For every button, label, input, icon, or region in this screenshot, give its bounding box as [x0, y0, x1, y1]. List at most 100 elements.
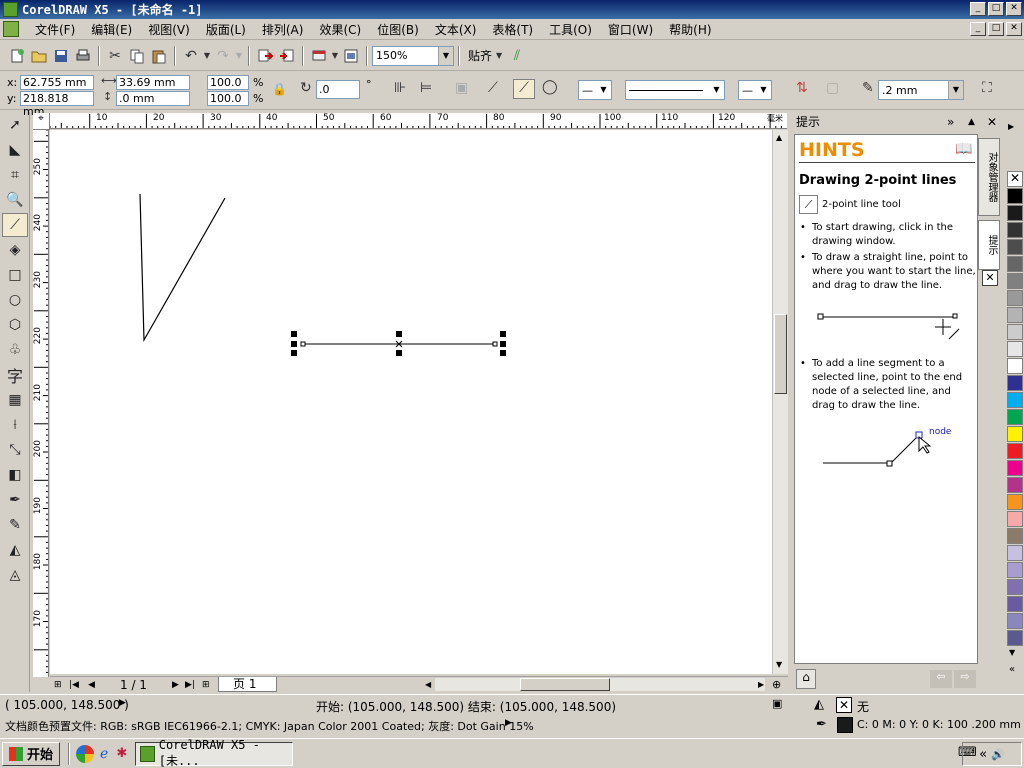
color-swatch[interactable] — [1007, 477, 1023, 493]
menu-arrange[interactable]: 排列(A) — [254, 21, 312, 38]
status-expand-icon[interactable]: ▶ — [119, 698, 126, 708]
horizontal-ruler[interactable]: 10 20 30 40 50 60 70 80 90 100 110 120 毫… — [50, 113, 787, 129]
color-swatch[interactable] — [1007, 494, 1023, 510]
color-swatch[interactable] — [1007, 188, 1023, 204]
line-style-selector[interactable]: ▼ — [625, 80, 725, 100]
mirror-vertical-icon[interactable]: ⊨ — [420, 80, 432, 96]
wrap-text-icon[interactable]: ▣ — [455, 80, 468, 96]
width-field[interactable]: 33.69 mm — [116, 75, 190, 90]
scroll-down-icon[interactable]: ▼ — [776, 660, 782, 669]
scroll-left-icon[interactable]: ◀ — [425, 680, 431, 689]
dimension-tool-icon[interactable]: ⟊ — [2, 413, 28, 437]
print-icon[interactable] — [72, 45, 94, 67]
color-swatch[interactable] — [1007, 579, 1023, 595]
color-swatch[interactable] — [1007, 562, 1023, 578]
palette-scroll-down-icon[interactable]: ▼ — [1009, 648, 1015, 657]
text-tool-icon[interactable]: 字 — [2, 363, 28, 387]
hints-forward-icon[interactable]: ⇨ — [954, 670, 976, 688]
height-field[interactable]: .0 mm — [116, 91, 190, 106]
color-swatch[interactable] — [1007, 426, 1023, 442]
menu-bitmaps[interactable]: 位图(B) — [369, 21, 427, 38]
welcome-screen-icon[interactable] — [340, 45, 362, 67]
vertical-scroll-thumb[interactable] — [774, 314, 787, 394]
prev-page-icon[interactable]: ◀ — [88, 680, 95, 690]
table-tool-icon[interactable]: ▦ — [2, 388, 28, 412]
line-to-line-icon[interactable]: ⟋ — [488, 80, 498, 96]
open-folder-icon[interactable] — [28, 45, 50, 67]
profile-expand-icon[interactable]: ▶ — [505, 718, 512, 728]
zoom-level-combo[interactable]: 150% ▼ — [372, 45, 454, 66]
minimize-button[interactable]: _ — [970, 2, 986, 16]
ie-browser-icon[interactable]: ℯ — [100, 746, 108, 762]
reverse-direction-icon[interactable]: ⇅ — [796, 80, 808, 96]
network-icon[interactable]: 🔊 — [991, 748, 1005, 761]
redo-dropdown-icon[interactable]: ▼ — [234, 45, 244, 67]
add-page-icon[interactable]: ⊞ — [202, 680, 210, 690]
import-icon[interactable] — [254, 45, 276, 67]
tray-expand-button[interactable]: « — [979, 747, 987, 762]
copy-icon[interactable] — [126, 45, 148, 67]
color-swatch[interactable] — [1007, 358, 1023, 374]
fill-none-swatch[interactable]: ✕ — [836, 697, 852, 713]
docker-tab-close-icon[interactable]: ✕ — [982, 270, 998, 286]
crop-tool-icon[interactable]: ⌗ — [2, 163, 28, 187]
tab-hints[interactable]: 提示 — [978, 220, 1000, 270]
fill-tool-icon[interactable]: ◭ — [2, 538, 28, 562]
outline-width-dropdown-icon[interactable]: ▼ — [948, 81, 963, 99]
blend-tool-icon[interactable]: ◧ — [2, 463, 28, 487]
ellipse-tool-icon[interactable]: ○ — [2, 288, 28, 312]
vertical-scrollbar[interactable]: ▲ ▼ — [772, 130, 788, 674]
save-icon[interactable] — [50, 45, 72, 67]
no-color-swatch[interactable]: ✕ — [1007, 171, 1023, 187]
status-settings-icon[interactable]: ▣ — [772, 697, 782, 710]
pick-tool-icon[interactable]: ➚ — [2, 113, 28, 137]
menu-window[interactable]: 窗口(W) — [600, 21, 661, 38]
auto-close-icon[interactable]: ▢ — [826, 80, 839, 96]
end-arrowhead-selector[interactable]: — ▼ — [738, 80, 772, 100]
drawing-canvas[interactable] — [50, 130, 772, 674]
color-swatch[interactable] — [1007, 613, 1023, 629]
color-swatch[interactable] — [1007, 409, 1023, 425]
smart-fill-tool-icon[interactable]: ◈ — [2, 238, 28, 262]
scroll-up-icon[interactable]: ▲ — [776, 133, 782, 142]
menu-view[interactable]: 视图(V) — [140, 21, 198, 38]
document-icon[interactable] — [3, 21, 19, 37]
outline-tool-icon[interactable]: ✎ — [2, 513, 28, 537]
vertical-ruler[interactable]: 250 240 230 220 210 200 190 180 170 — [33, 130, 49, 677]
tab-object-manager[interactable]: 对象管理器 — [978, 138, 1000, 216]
two-point-line-tool-icon[interactable]: ⟋ — [2, 213, 28, 237]
snap-dropdown-icon[interactable]: ▼ — [492, 45, 506, 67]
color-swatch[interactable] — [1007, 256, 1023, 272]
redo-icon[interactable]: ↷ — [212, 45, 234, 67]
launcher-dropdown-icon[interactable]: ▼ — [330, 45, 340, 67]
cut-icon[interactable]: ✂ — [104, 45, 126, 67]
color-swatch[interactable] — [1007, 630, 1023, 646]
menu-table[interactable]: 表格(T) — [484, 21, 541, 38]
menu-edit[interactable]: 编辑(E) — [83, 21, 140, 38]
start-button[interactable]: 开始 — [2, 741, 61, 766]
taskbar-coreldraw-task[interactable]: CorelDRAW X5 - [未... — [135, 738, 294, 768]
shape-tool-icon[interactable]: ◣ — [2, 138, 28, 162]
menu-text[interactable]: 文本(X) — [427, 21, 485, 38]
last-page-icon[interactable]: ▶| — [185, 680, 195, 690]
interactive-fill-tool-icon[interactable]: ◬ — [2, 563, 28, 587]
color-swatch[interactable] — [1007, 205, 1023, 221]
hints-book-icon[interactable]: 📖 — [955, 141, 972, 157]
first-page-icon[interactable]: |◀ — [69, 680, 79, 690]
rotation-angle-field[interactable]: .0 — [316, 80, 360, 99]
docker-collapse-icon[interactable]: ▲ — [968, 112, 975, 132]
undo-dropdown-icon[interactable]: ▼ — [202, 45, 212, 67]
undo-icon[interactable]: ↶ — [180, 45, 202, 67]
zoom-tool-icon[interactable]: 🔍 — [2, 188, 28, 212]
quicklaunch-app-icon[interactable]: ✱ — [116, 746, 127, 761]
doc-restore-button[interactable]: □ — [988, 22, 1004, 36]
color-swatch[interactable] — [1007, 324, 1023, 340]
color-swatch[interactable] — [1007, 239, 1023, 255]
export-icon[interactable] — [276, 45, 298, 67]
ruler-origin[interactable]: ⌖ — [33, 113, 50, 130]
lock-ratio-icon[interactable]: 🔒 — [272, 82, 287, 96]
mirror-horizontal-icon[interactable]: ⊪ — [394, 80, 406, 96]
outline-color-swatch[interactable] — [837, 717, 853, 733]
scroll-right-icon[interactable]: ▶ — [758, 680, 764, 689]
color-swatch[interactable] — [1007, 273, 1023, 289]
